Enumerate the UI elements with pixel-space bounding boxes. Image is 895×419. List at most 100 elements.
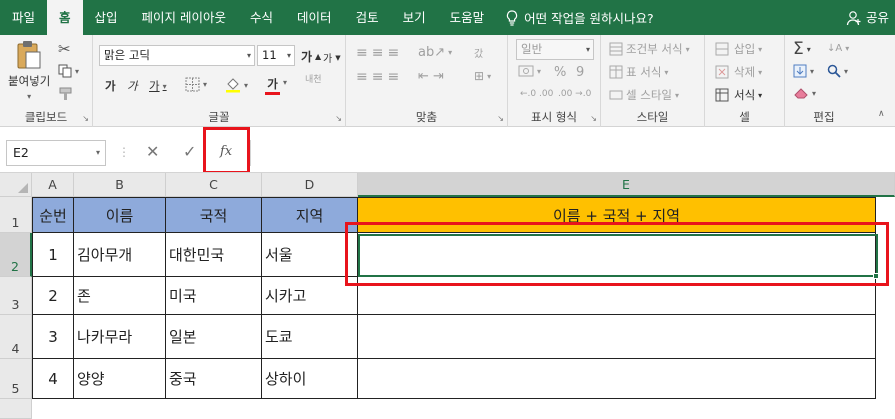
cell-c5[interactable]: 중국 <box>166 359 262 399</box>
formula-bar-grip[interactable]: ⋮ <box>118 145 130 159</box>
tab-review[interactable]: 검토 <box>344 0 391 35</box>
border-button[interactable]: ▾ <box>185 77 207 92</box>
increase-decimal-button[interactable]: ←.0 .00 <box>520 89 553 99</box>
cell-a3[interactable]: 2 <box>32 277 74 315</box>
row-header-1[interactable]: 1 <box>0 197 32 233</box>
column-header-b[interactable]: B <box>74 173 166 197</box>
clipboard-launcher-icon[interactable]: ↘ <box>82 114 89 123</box>
grow-font-button[interactable]: 가 ▲ <box>301 48 321 65</box>
fill-color-button[interactable]: ▾ <box>225 77 248 93</box>
cell-d4[interactable]: 도쿄 <box>262 315 358 359</box>
cell-c1[interactable]: 국적 <box>166 197 262 233</box>
font-color-button[interactable]: 가 <box>265 76 280 95</box>
cell-d1[interactable]: 지역 <box>262 197 358 233</box>
sort-filter-button[interactable]: ↓A ▾ <box>827 43 849 54</box>
cell-e5[interactable] <box>358 359 876 399</box>
cell-d5[interactable]: 상하이 <box>262 359 358 399</box>
select-all-corner[interactable] <box>0 173 32 197</box>
cell-a4[interactable]: 3 <box>32 315 74 359</box>
cell-b4[interactable]: 나카무라 <box>74 315 166 359</box>
collapse-ribbon-icon[interactable]: ∧ <box>878 109 885 119</box>
phonetic-button[interactable]: 내천 <box>305 75 322 85</box>
tell-me-box[interactable]: 어떤 작업을 원하시나요? <box>496 8 654 27</box>
cell-d2[interactable]: 서울 <box>262 233 358 277</box>
tab-page-layout[interactable]: 페이지 레이아웃 <box>130 0 238 35</box>
alignment-launcher-icon[interactable]: ↘ <box>497 114 504 123</box>
format-as-table-label: 표 서식 <box>626 65 662 79</box>
tab-file[interactable]: 파일 <box>0 0 47 35</box>
conditional-formatting-button[interactable]: 조건부 서식 ▾ <box>609 41 690 57</box>
insert-cells-button[interactable]: 삽입 ▾ <box>715 41 762 57</box>
tab-home[interactable]: 홈 <box>47 0 83 35</box>
tab-view[interactable]: 보기 <box>391 0 438 35</box>
row-header-2[interactable]: 2 <box>0 233 32 277</box>
tab-data[interactable]: 데이터 <box>285 0 344 35</box>
merge-center-button[interactable]: ⊞ ▾ <box>474 69 491 83</box>
number-launcher-icon[interactable]: ↘ <box>590 114 597 123</box>
accounting-format-button[interactable]: ▾ <box>518 65 541 77</box>
comma-style-button[interactable]: 9 <box>576 65 584 80</box>
autosum-button[interactable]: Σ ▾ <box>793 39 811 59</box>
wrap-text-button[interactable]: 갔 <box>474 45 483 60</box>
shrink-font-button[interactable]: 가 ▼ <box>323 50 341 66</box>
formula-input[interactable] <box>250 140 893 166</box>
number-format-select[interactable]: 일반 ▾ <box>516 39 594 60</box>
paste-button[interactable]: 붙여넣기 ▾ <box>8 40 50 101</box>
find-select-button[interactable]: ▾ <box>827 64 848 78</box>
cell-styles-button[interactable]: 셀 스타일 ▾ <box>609 87 679 103</box>
font-name-select[interactable]: 맑은 고딕 ▾ <box>99 45 255 66</box>
name-box[interactable]: E2 ▾ <box>6 140 106 166</box>
clear-button[interactable]: ▾ <box>793 87 816 99</box>
decrease-decimal-button[interactable]: .00 →.0 <box>558 89 591 99</box>
column-header-d[interactable]: D <box>262 173 358 197</box>
phonetic-label: 내천 <box>305 75 322 85</box>
italic-button[interactable]: 가 <box>127 78 138 94</box>
cell-c2[interactable]: 대한민국 <box>166 233 262 277</box>
font-launcher-icon[interactable]: ↘ <box>335 114 342 123</box>
confirm-entry-icon[interactable]: ✓ <box>183 142 196 161</box>
number-group-label: 표시 형식 <box>531 110 577 124</box>
cell-b3[interactable]: 존 <box>74 277 166 315</box>
orientation-button[interactable]: ab↗ ▾ <box>418 45 452 60</box>
share-label: 공유 <box>865 10 889 25</box>
cell-a1[interactable]: 순번 <box>32 197 74 233</box>
horizontal-align-buttons[interactable]: ≡≡≡ <box>356 69 403 85</box>
column-header-e[interactable]: E <box>358 173 895 197</box>
row-header-3[interactable]: 3 <box>0 277 32 315</box>
format-as-table-button[interactable]: 표 서식 ▾ <box>609 64 668 80</box>
column-header-c[interactable]: C <box>166 173 262 197</box>
cell-b1[interactable]: 이름 <box>74 197 166 233</box>
column-header-a[interactable]: A <box>32 173 74 197</box>
format-painter-button[interactable] <box>58 87 74 101</box>
cut-icon[interactable]: ✂ <box>58 40 71 58</box>
cell-e4[interactable] <box>358 315 876 359</box>
font-size-select[interactable]: 11 ▾ <box>257 45 295 66</box>
percent-button[interactable]: % <box>554 65 566 80</box>
vertical-align-buttons[interactable]: ≡≡≡ <box>356 45 403 61</box>
tab-formulas[interactable]: 수식 <box>238 0 285 35</box>
underline-button[interactable]: 가 ▾ <box>149 78 167 94</box>
paste-dropdown-arrow[interactable]: ▾ <box>27 92 31 101</box>
share-button[interactable]: 공유 <box>846 0 889 35</box>
format-cells-label: 서식 <box>734 88 756 102</box>
fill-button[interactable]: ▾ <box>793 64 814 78</box>
delete-cells-button[interactable]: 삭제 ▾ <box>715 64 762 80</box>
cell-a5[interactable]: 4 <box>32 359 74 399</box>
cell-b5[interactable]: 양양 <box>74 359 166 399</box>
cell-a2[interactable]: 1 <box>32 233 74 277</box>
indent-buttons[interactable]: ⇤ ⇥ <box>418 69 444 84</box>
row-header-5[interactable]: 5 <box>0 359 32 399</box>
bold-button[interactable]: 가 <box>105 78 116 94</box>
row-header-6[interactable] <box>0 399 32 419</box>
cell-b2[interactable]: 김아무개 <box>74 233 166 277</box>
cell-d3[interactable]: 시카고 <box>262 277 358 315</box>
tab-insert[interactable]: 삽입 <box>83 0 130 35</box>
font-color-dropdown[interactable]: ▾ <box>283 78 287 87</box>
tab-help[interactable]: 도움말 <box>438 0 497 35</box>
format-cells-button[interactable]: 서식 ▾ <box>715 87 762 103</box>
cell-c3[interactable]: 미국 <box>166 277 262 315</box>
row-header-4[interactable]: 4 <box>0 315 32 359</box>
copy-button[interactable]: ▾ <box>58 64 79 78</box>
cell-c4[interactable]: 일본 <box>166 315 262 359</box>
cancel-entry-icon[interactable]: ✕ <box>146 142 159 161</box>
